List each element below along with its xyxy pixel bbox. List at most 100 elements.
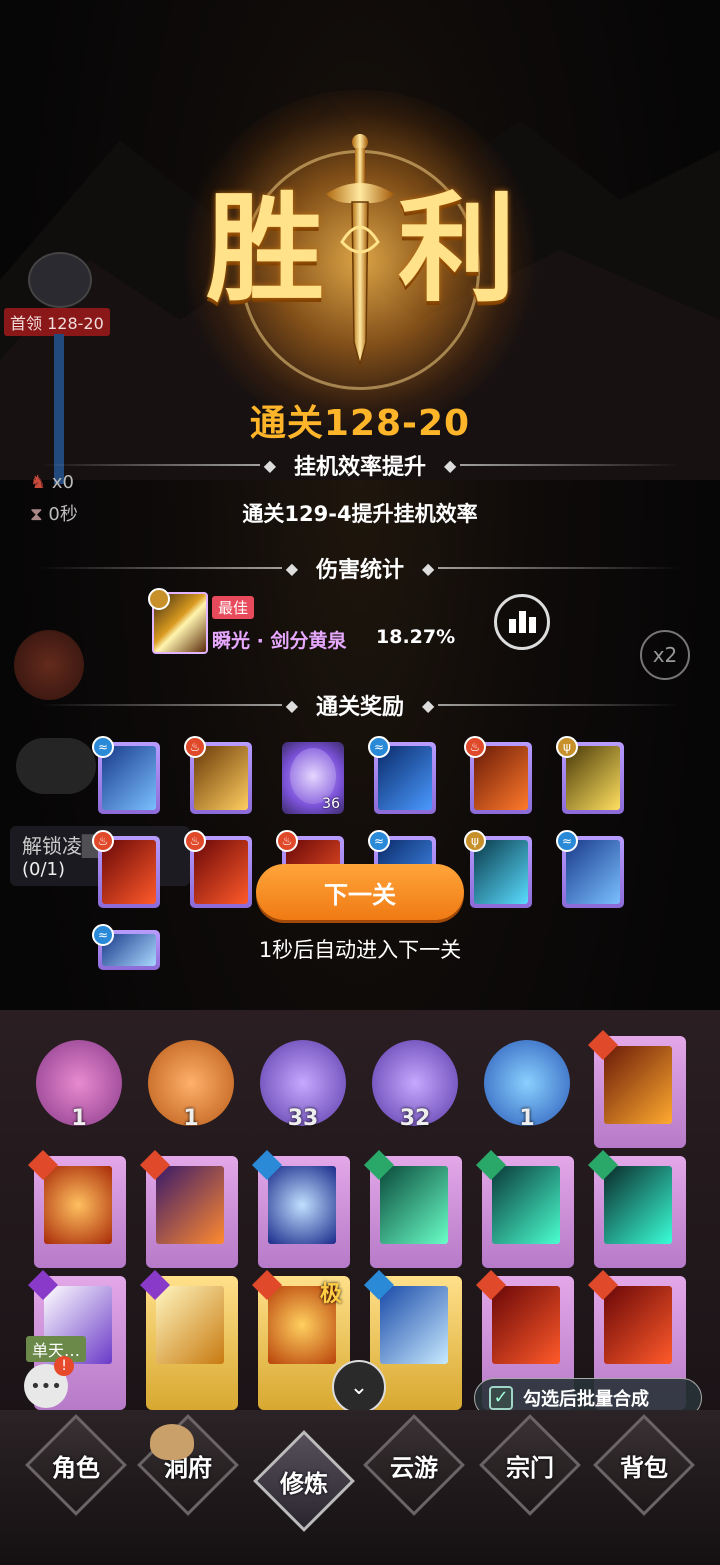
best-skill-name: 瞬光 · 剑分黄泉 [212, 630, 347, 652]
nav-tab-character[interactable]: 角色 [25, 1414, 127, 1516]
lightning-skill-icon [156, 1166, 224, 1244]
diamond-icon: ◆ [444, 455, 457, 475]
bar-chart-icon [508, 619, 516, 633]
trident-attr-icon: ψ [464, 830, 486, 852]
skill-card[interactable] [588, 1150, 686, 1268]
nav-tab-sect[interactable]: 宗门 [479, 1414, 581, 1516]
alert-icon: ! [54, 1356, 74, 1376]
radiance-skill-icon [156, 1286, 224, 1364]
divider-line-right [438, 567, 681, 569]
fire-attr-icon: ♨ [184, 736, 206, 758]
auto-next-countdown: 1秒后自动进入下一关 [258, 938, 462, 962]
ice-skill-icon [380, 1286, 448, 1364]
pink-bead-item[interactable]: 1 [36, 1040, 122, 1131]
skill-card[interactable] [140, 1150, 238, 1268]
reward-item[interactable]: ≈ [368, 736, 436, 814]
nav-tab-label: 宗门 [506, 1453, 554, 1482]
orange-bead-item[interactable]: 1 [148, 1040, 234, 1131]
next-stage-button[interactable]: 下一关 [256, 864, 464, 920]
purple-bead-item[interactable]: 33 [260, 1040, 346, 1131]
batch-merge-label: 勾选后批量合成 [523, 1389, 649, 1410]
gourd-skill-icon [474, 746, 528, 810]
diamond-icon: ◆ [285, 558, 298, 578]
swordsman-skill-icon [474, 840, 528, 904]
trident-attr-icon: ψ [556, 736, 578, 758]
vortex-skill-icon [268, 1166, 336, 1244]
palm-skill-icon [566, 840, 620, 904]
water-attr-icon: ≈ [368, 830, 390, 852]
damage-chart-button[interactable] [494, 594, 550, 650]
palm-skill-icon [102, 746, 156, 810]
reward-item[interactable]: ♨ [92, 830, 160, 908]
nav-tab-label: 角色 [52, 1453, 100, 1482]
reward-item[interactable]: ♨ [464, 736, 532, 814]
damage-section-title: 伤害统计 [316, 558, 405, 583]
damage-section-header: ◆ 伤害统计 ◆ [40, 553, 681, 583]
reward-item[interactable]: ψ [556, 736, 624, 814]
reward-item[interactable]: ♨ [184, 736, 252, 814]
skill-card[interactable] [140, 1270, 238, 1410]
reward-section-header: ◆ 通关奖励 ◆ [40, 690, 681, 720]
skill-card[interactable] [476, 1150, 574, 1268]
bead-count: 1 [183, 1106, 199, 1131]
victory-title-left: 胜 [206, 179, 325, 318]
best-skill-icon[interactable] [148, 588, 208, 654]
dragon-skill-icon [604, 1046, 672, 1124]
hammer-skill-icon [102, 840, 156, 904]
best-skill-percent: 18.27% [376, 626, 456, 648]
boss-avatar-icon[interactable] [28, 252, 92, 308]
reward-count: 36 [322, 796, 340, 812]
victory-title-right: 利 [398, 179, 517, 318]
reward-item[interactable]: ≈ [92, 736, 160, 814]
stage-clear-title: 通关128-20 [249, 403, 471, 444]
reward-section-title: 通关奖励 [316, 695, 405, 720]
fire-attr-icon: ♨ [276, 830, 298, 852]
hammer-skill-icon [604, 1286, 672, 1364]
nav-tab-label: 云游 [390, 1453, 438, 1482]
diamond-icon: ◆ [422, 695, 435, 715]
skill-card[interactable] [28, 1150, 126, 1268]
chevron-down-icon[interactable]: ⌄ [332, 1360, 386, 1414]
bar-chart-icon [518, 611, 526, 633]
fist-skill-icon [194, 746, 248, 810]
idle-section-header: ◆ 挂机效率提升 ◆ [40, 450, 681, 480]
boss-stage-tag: 首领 128-20 [4, 308, 110, 336]
divider-line-left [40, 704, 282, 706]
nav-tab-backpack[interactable]: 背包 [593, 1414, 695, 1516]
reward-item[interactable]: ψ [464, 830, 532, 908]
bead-count: 33 [287, 1106, 319, 1131]
nav-tab-label: 背包 [620, 1453, 668, 1482]
divider-line-left [40, 567, 282, 569]
reward-item[interactable]: 36 [282, 742, 344, 814]
ring-skill-icon [566, 746, 620, 810]
nav-tab-travel[interactable]: 云游 [363, 1414, 465, 1516]
reward-item[interactable]: ♨ [184, 830, 252, 908]
checkbox-checked-icon[interactable]: ✓ [489, 1386, 513, 1410]
nav-tab-label: 修炼 [280, 1469, 328, 1498]
blue-bead-item[interactable]: 1 [484, 1040, 570, 1131]
speed-toggle-button[interactable]: x2 [640, 630, 690, 680]
unlock-task-title: 解锁凌 [22, 834, 82, 858]
water-attr-icon: ≈ [92, 736, 114, 758]
sword-icon [326, 134, 394, 367]
divider-line-left [40, 464, 260, 466]
spirit-skill-icon [492, 1166, 560, 1244]
cultivator-avatar-icon [150, 1424, 194, 1460]
mandala-skill-icon [44, 1166, 112, 1244]
best-badge: 最佳 [212, 596, 255, 619]
diamond-icon: ◆ [285, 695, 298, 715]
skill-card[interactable] [252, 1150, 350, 1268]
nav-tab-cultivate[interactable]: 修炼 [253, 1430, 355, 1532]
hammer-skill-icon [492, 1286, 560, 1364]
extreme-tag: 极 [320, 1282, 343, 1307]
purple-bead-item[interactable]: 32 [372, 1040, 458, 1131]
chain-skill-icon [604, 1166, 672, 1244]
joystick-button[interactable] [16, 738, 96, 794]
divider-line-right [460, 464, 681, 466]
reward-item[interactable]: ≈ [556, 830, 624, 908]
dragon-skill-card[interactable] [588, 1030, 686, 1148]
diamond-icon: ◆ [263, 455, 276, 475]
bead-count: 32 [399, 1106, 431, 1131]
skill-card[interactable] [364, 1150, 462, 1268]
idle-efficiency-description: 通关129-4提升挂机效率 [242, 502, 478, 526]
